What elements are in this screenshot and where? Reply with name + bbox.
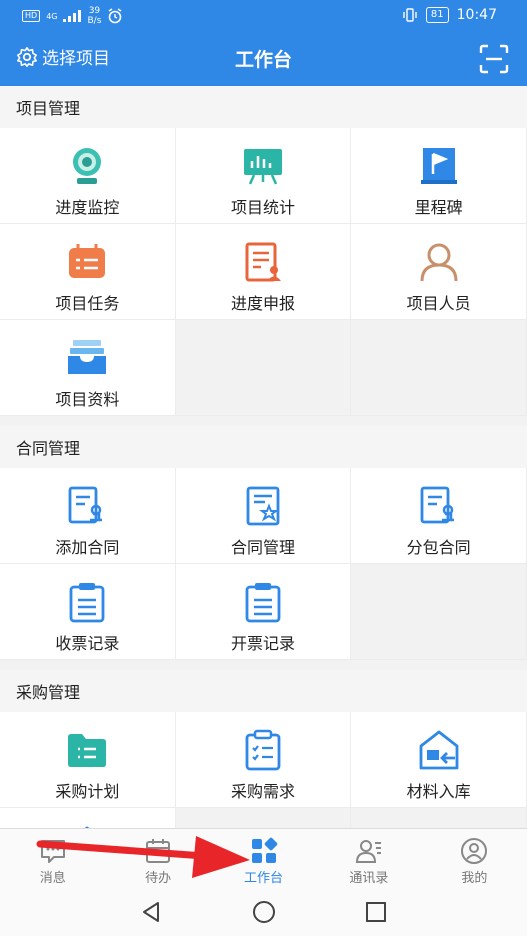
recents-icon[interactable] (364, 900, 388, 924)
calendar-icon (69, 244, 106, 278)
grid-item-project-members[interactable]: 项目人员 (351, 224, 527, 320)
grid-item-label: 开票记录 (230, 634, 295, 653)
tab-label: 工作台 (244, 871, 284, 886)
grid-item-subcontract[interactable]: 分包合同 (351, 468, 527, 564)
app-header: 选择项目 工作台 (0, 32, 527, 86)
status-left: HD 4G 39 B/s (22, 6, 123, 26)
hd-badge: HD (22, 10, 41, 22)
battery-level: 81 (425, 7, 449, 23)
contract-stamp-icon (420, 486, 454, 524)
tab-label: 我的 (461, 871, 488, 886)
grid-item-label: 材料入库 (406, 782, 471, 801)
tab-workbench[interactable]: 工作台 (211, 829, 316, 888)
tab-label: 待办 (145, 871, 172, 886)
tab-label: 通讯录 (349, 871, 389, 886)
speed-unit: B/s (87, 16, 102, 26)
grid-item-label: 采购计划 (55, 782, 120, 801)
grid-item-issued-invoices[interactable]: 开票记录 (175, 564, 352, 660)
section-gap (0, 416, 527, 426)
tab-messages[interactable]: 消息 (0, 829, 105, 888)
grid-item-label: 项目人员 (406, 294, 471, 313)
vibrate-icon (403, 8, 417, 22)
clipboard-icon (69, 583, 105, 623)
message-icon (40, 840, 65, 863)
purchase-grid: 采购计划 采购需求 材料入库 (0, 712, 527, 828)
grid-item-label: 项目统计 (230, 198, 295, 217)
person-icon (420, 243, 458, 282)
grid-item-project-docs[interactable]: 项目资料 (0, 320, 176, 416)
grid-item-project-stats[interactable]: 项目统计 (175, 128, 352, 224)
workbench-icon (251, 837, 277, 863)
grid-empty-cell (351, 564, 527, 660)
grid-item-label: 项目任务 (55, 294, 120, 313)
tab-contacts[interactable]: 通讯录 (316, 829, 421, 888)
section-gap (0, 660, 527, 670)
grid-item-contract-manage[interactable]: 合同管理 (175, 468, 352, 564)
grid-item-progress-report[interactable]: 进度申报 (175, 224, 352, 320)
network-speed: 39 B/s (87, 6, 101, 26)
grid-item-purchase-demand[interactable]: 采购需求 (175, 712, 352, 808)
grid-item-purchase-plan[interactable]: 采购计划 (0, 712, 176, 808)
status-right: 81 10:47 (402, 7, 497, 23)
flag-icon (420, 148, 457, 184)
speed-value: 39 (88, 6, 101, 16)
grid-item-label: 分包合同 (406, 538, 471, 557)
todo-icon (146, 839, 171, 863)
grid-item-label: 里程碑 (414, 198, 463, 217)
contacts-icon (355, 840, 381, 863)
clock: 10:47 (456, 7, 497, 23)
page-title: 工作台 (234, 49, 292, 71)
report-icon (245, 242, 281, 282)
grid-item-received-invoices[interactable]: 收票记录 (0, 564, 176, 660)
grid-item-milestone[interactable]: 里程碑 (351, 128, 527, 224)
folder-icon (68, 734, 107, 767)
scan-icon[interactable] (479, 44, 509, 74)
grid-empty-cell (175, 808, 352, 828)
home-icon[interactable] (252, 900, 276, 924)
section-title-project: 项目管理 (0, 86, 527, 128)
grid-item-label: 项目资料 (55, 390, 120, 409)
bottom-tab-bar: 消息 待办 工作台 通讯录 我的 (0, 828, 527, 888)
signal-icon (63, 10, 82, 22)
grid-item-label: 合同管理 (230, 538, 295, 557)
checklist-icon (245, 729, 281, 771)
workbench-content: 项目管理 进度监控 项目统计 里程碑 项目任务 进度申报 项目人员 项目资料 合… (0, 86, 527, 828)
contract-stamp-icon (68, 486, 103, 524)
contract-star-icon (246, 486, 280, 526)
alarm-icon (108, 8, 122, 24)
status-bar: HD 4G 39 B/s 81 10:47 (0, 0, 527, 32)
grid-item-label: 添加合同 (55, 538, 120, 557)
camera-icon (73, 148, 102, 184)
grid-empty-cell (351, 320, 527, 416)
network-type: 4G (46, 11, 58, 21)
grid-item-material-inbound[interactable]: 材料入库 (351, 712, 527, 808)
back-icon[interactable] (139, 900, 163, 924)
tab-todo[interactable]: 待办 (105, 829, 210, 888)
section-title-purchase: 采购管理 (0, 670, 527, 712)
grid-item-progress-monitor[interactable]: 进度监控 (0, 128, 176, 224)
grid-item-label: 进度监控 (55, 198, 120, 217)
project-grid: 进度监控 项目统计 里程碑 项目任务 进度申报 项目人员 项目资料 (0, 128, 527, 416)
system-nav-bar (0, 888, 527, 936)
section-title-contract: 合同管理 (0, 426, 527, 468)
tab-label: 消息 (39, 871, 66, 886)
grid-item-label: 进度申报 (230, 294, 295, 313)
grid-item-label: 收票记录 (55, 634, 120, 653)
chart-board-icon (243, 149, 282, 185)
grid-empty-cell (351, 808, 527, 828)
grid-empty-cell (175, 320, 352, 416)
warehouse-icon (419, 730, 459, 770)
clipboard-icon (245, 583, 281, 623)
grid-item-partial[interactable] (0, 808, 176, 828)
grid-item-label: 采购需求 (230, 782, 295, 801)
tray-icon (68, 340, 107, 374)
profile-icon (461, 838, 488, 864)
grid-item-add-contract[interactable]: 添加合同 (0, 468, 176, 564)
contract-grid: 添加合同 合同管理 分包合同 收票记录 开票记录 (0, 468, 527, 660)
tab-profile[interactable]: 我的 (422, 829, 527, 888)
grid-item-project-task[interactable]: 项目任务 (0, 224, 176, 320)
